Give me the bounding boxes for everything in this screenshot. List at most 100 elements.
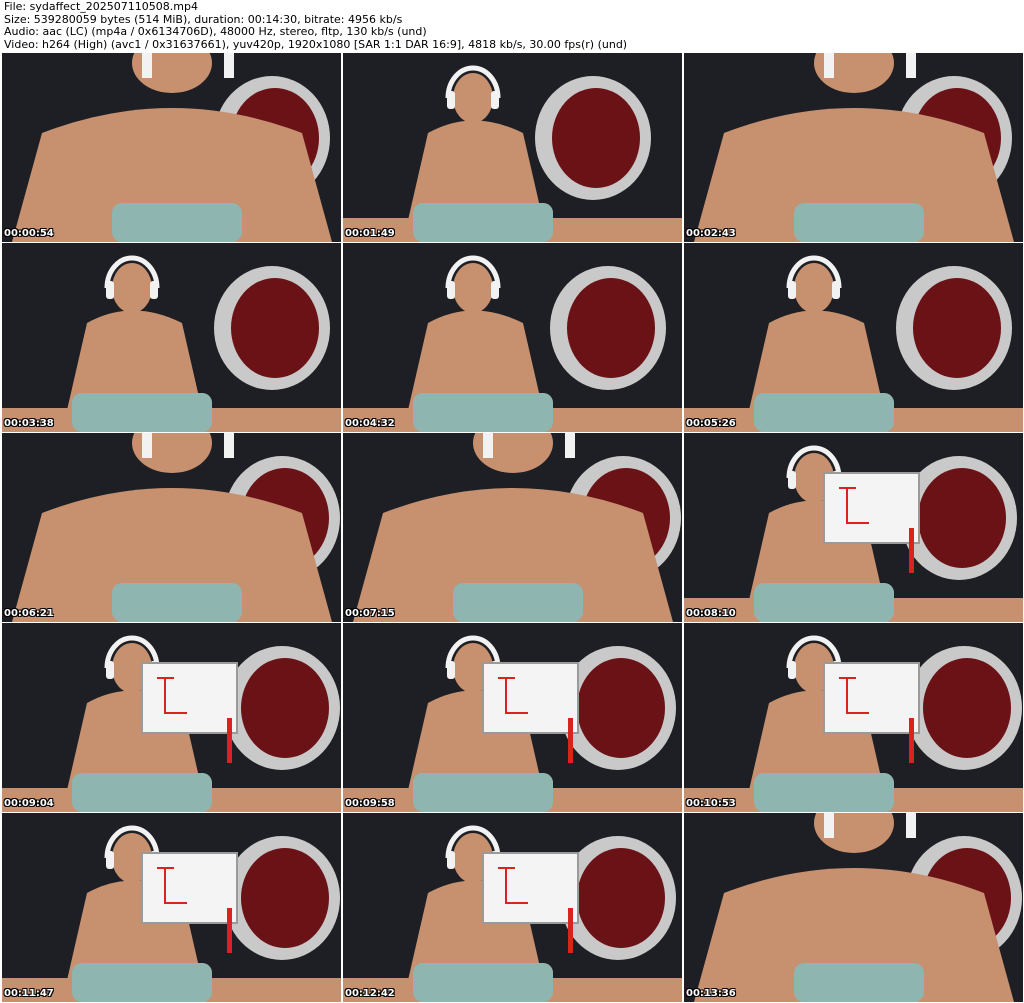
headphones-icon — [483, 433, 493, 458]
thumbnail-timestamp: 00:05:26 — [686, 418, 736, 429]
headphones-icon — [788, 661, 796, 679]
person-head — [453, 73, 493, 123]
video-thumbnail: 00:08:10 — [684, 433, 1023, 622]
video-thumbnail: 00:13:36 — [684, 813, 1023, 1002]
thumbnail-frame — [684, 243, 1023, 432]
marker — [909, 718, 914, 763]
headphones-icon — [491, 91, 499, 109]
file-name-line: File: sydaffect_202507110508.mp4 — [4, 0, 198, 13]
headphones-icon — [906, 53, 916, 78]
whiteboard — [823, 472, 920, 544]
thumbnail-frame — [684, 813, 1023, 1002]
headphones-icon — [565, 433, 575, 458]
person-shorts — [453, 583, 583, 622]
thumbnail-timestamp: 00:09:04 — [4, 798, 54, 809]
thumbnail-timestamp: 00:12:42 — [345, 988, 395, 999]
headphones-icon — [447, 661, 455, 679]
whiteboard — [482, 662, 579, 734]
thumbnail-frame — [343, 433, 682, 622]
headphones-icon — [142, 433, 152, 458]
thumbnail-timestamp: 00:04:32 — [345, 418, 395, 429]
person-shorts — [794, 963, 924, 1002]
egg-chair-cushion — [552, 88, 640, 188]
thumbnail-timestamp: 00:11:47 — [4, 988, 54, 999]
video-thumbnail: 00:04:32 — [343, 243, 682, 432]
thumbnail-timestamp: 00:08:10 — [686, 608, 736, 619]
thumbnail-frame — [2, 243, 341, 432]
person-shorts — [72, 963, 212, 1002]
file-info-header: File: sydaffect_202507110508.mp4 Size: 5… — [4, 0, 627, 51]
headphones-icon — [224, 433, 234, 458]
thumbnail-grid: 00:00:54 00:01:49 00:02:43 00:03:38 00:04:32… — [0, 53, 1024, 1003]
whiteboard — [141, 852, 238, 924]
thumbnail-frame — [343, 53, 682, 242]
person-shorts — [413, 963, 553, 1002]
person-head — [112, 263, 152, 313]
person-shorts — [72, 393, 212, 432]
egg-chair-cushion — [913, 278, 1001, 378]
whiteboard — [141, 662, 238, 734]
person-head — [794, 263, 834, 313]
headphones-icon — [106, 661, 114, 679]
marker — [227, 718, 232, 763]
egg-chair-cushion — [241, 658, 329, 758]
headphones-icon — [788, 471, 796, 489]
person-shorts — [112, 583, 242, 622]
thumbnail-timestamp: 00:02:43 — [686, 228, 736, 239]
egg-chair-cushion — [577, 658, 665, 758]
marker — [568, 718, 573, 763]
thumbnail-frame — [2, 813, 341, 1002]
thumbnail-timestamp: 00:03:38 — [4, 418, 54, 429]
thumbnail-frame — [343, 623, 682, 812]
thumbnail-frame — [2, 623, 341, 812]
egg-chair-cushion — [918, 468, 1006, 568]
thumbnail-timestamp: 00:10:53 — [686, 798, 736, 809]
headphones-icon — [824, 53, 834, 78]
video-thumbnail: 00:05:26 — [684, 243, 1023, 432]
thumbnail-timestamp: 00:07:15 — [345, 608, 395, 619]
video-thumbnail: 00:12:42 — [343, 813, 682, 1002]
person-shorts — [754, 583, 894, 622]
headphones-icon — [906, 813, 916, 838]
marker — [227, 908, 232, 953]
video-thumbnail: 00:06:21 — [2, 433, 341, 622]
egg-chair-cushion — [577, 848, 665, 948]
headphones-icon — [832, 281, 840, 299]
person-shorts — [754, 773, 894, 812]
thumbnail-frame — [343, 813, 682, 1002]
thumbnail-frame — [2, 433, 341, 622]
marker — [568, 908, 573, 953]
headphones-icon — [824, 813, 834, 838]
video-thumbnail: 00:02:43 — [684, 53, 1023, 242]
thumbnail-timestamp: 00:09:58 — [345, 798, 395, 809]
person-shorts — [754, 393, 894, 432]
video-thumbnail: 00:09:58 — [343, 623, 682, 812]
thumbnail-frame — [684, 433, 1023, 622]
person-shorts — [794, 203, 924, 242]
egg-chair-cushion — [567, 278, 655, 378]
video-thumbnail: 00:03:38 — [2, 243, 341, 432]
thumbnail-timestamp: 00:13:36 — [686, 988, 736, 999]
marker — [909, 528, 914, 573]
thumbnail-frame — [684, 623, 1023, 812]
person-shorts — [413, 203, 553, 242]
headphones-icon — [142, 53, 152, 78]
video-thumbnail: 00:09:04 — [2, 623, 341, 812]
video-thumbnail: 00:07:15 — [343, 433, 682, 622]
headphones-icon — [150, 281, 158, 299]
egg-chair-cushion — [241, 848, 329, 948]
thumbnail-frame — [684, 53, 1023, 242]
whiteboard — [823, 662, 920, 734]
audio-info-line: Audio: aac (LC) (mp4a / 0x6134706D), 480… — [4, 25, 427, 38]
headphones-icon — [106, 851, 114, 869]
video-thumbnail: 00:01:49 — [343, 53, 682, 242]
thumbnail-timestamp: 00:06:21 — [4, 608, 54, 619]
headphones-icon — [447, 851, 455, 869]
headphones-icon — [447, 91, 455, 109]
headphones-icon — [788, 281, 796, 299]
video-thumbnail: 00:11:47 — [2, 813, 341, 1002]
egg-chair-cushion — [231, 278, 319, 378]
person-head — [453, 263, 493, 313]
thumbnail-frame — [343, 243, 682, 432]
person-shorts — [413, 773, 553, 812]
